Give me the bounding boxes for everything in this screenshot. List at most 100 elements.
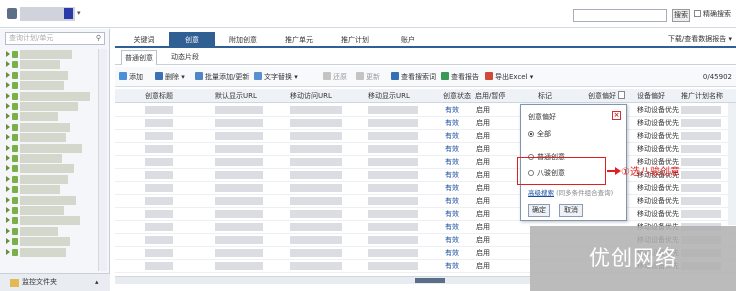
redacted-cell [368, 171, 418, 179]
col-title[interactable]: 创意标题 [145, 89, 173, 103]
precise-search-label: 精确搜索 [703, 10, 731, 18]
table-row[interactable]: 有效 启用 移动设备优先 [115, 208, 736, 221]
chevron-right-icon[interactable] [6, 196, 10, 203]
precise-search-checkbox[interactable]: 精确搜索 [694, 9, 731, 19]
tab-keywords[interactable]: 关键词 [119, 32, 169, 48]
chevron-right-icon[interactable] [6, 134, 10, 141]
chevron-right-icon[interactable] [6, 103, 10, 109]
tab-campaigns[interactable]: 推广计划 [327, 32, 383, 48]
ok-button[interactable]: 确定 [528, 204, 550, 217]
radio-icon[interactable] [528, 131, 534, 137]
table-row[interactable]: 有效 启用 移动设备优先 [115, 182, 736, 195]
chevron-right-icon[interactable] [6, 123, 10, 130]
col-mark[interactable]: 标记 [538, 89, 552, 103]
redacted-cell [145, 171, 173, 179]
col-enabled[interactable]: 启用/暂停 [475, 89, 505, 103]
redacted-cell [215, 197, 263, 205]
table-row[interactable]: 有效 启用 移动设备优先 [115, 130, 736, 143]
view-search-terms-button[interactable]: 查看搜索词 [391, 71, 436, 83]
redacted-cell [681, 145, 721, 153]
add-button[interactable]: 添加 [119, 71, 143, 83]
sidebar-search-input[interactable]: 查询计划/单元 ⚲ [5, 32, 105, 45]
tab-account[interactable]: 账户 [383, 32, 433, 48]
cancel-button[interactable]: 取消 [559, 204, 583, 217]
redacted-cell [681, 158, 721, 166]
replace-label: 文字替换 [264, 73, 292, 81]
table-scrollbar[interactable] [728, 103, 736, 225]
scroll-thumb[interactable] [415, 278, 445, 283]
tab-extensions[interactable]: 附加创意 [215, 32, 271, 48]
folder-icon [12, 248, 18, 256]
tab-ad-groups[interactable]: 推广单元 [271, 32, 327, 48]
batch-add-button[interactable]: 批量添加/更新 [195, 71, 249, 83]
search-input[interactable] [573, 9, 667, 22]
col-creative-preference[interactable]: 创意偏好 [588, 89, 625, 103]
chevron-right-icon[interactable] [6, 207, 10, 213]
chevron-right-icon[interactable] [6, 61, 10, 68]
chevron-right-icon[interactable] [6, 227, 10, 234]
col-mobile-access-url[interactable]: 移动访问URL [290, 89, 332, 103]
redacted-cell [215, 223, 263, 231]
chevron-right-icon[interactable] [6, 175, 10, 182]
chevron-right-icon[interactable] [6, 51, 10, 57]
redacted-cell [145, 119, 173, 127]
chevron-up-icon[interactable]: ▴ [95, 274, 99, 291]
chevron-right-icon[interactable] [6, 113, 10, 120]
enabled-cell: 启用 [476, 197, 490, 205]
enabled-cell: 启用 [476, 171, 490, 179]
table-row[interactable]: 有效 启用 移动设备优先 [115, 117, 736, 130]
checkbox-icon[interactable] [694, 10, 701, 17]
status-cell: 有效 [445, 106, 459, 114]
horizontal-scrollbar[interactable] [115, 276, 530, 284]
filter-icon[interactable] [618, 91, 625, 99]
tab-dynamic-snippet[interactable]: 动态片段 [167, 50, 203, 65]
restore-button[interactable]: 还原 [323, 71, 347, 83]
chevron-right-icon[interactable] [6, 238, 10, 245]
annotation-text: ①选八骏创意 [621, 167, 680, 178]
chevron-right-icon[interactable] [6, 186, 10, 193]
tree-item-label-redacted [20, 91, 90, 101]
update-button[interactable]: 更新 [356, 71, 380, 83]
chevron-right-icon[interactable] [6, 155, 10, 161]
restore-label: 还原 [333, 73, 347, 81]
col-campaign-name[interactable]: 推广计划名称 [681, 89, 723, 103]
chevron-right-icon[interactable] [6, 71, 10, 78]
chevron-right-icon[interactable] [6, 82, 10, 89]
redacted-cell [681, 210, 721, 218]
chevron-right-icon[interactable] [6, 165, 10, 172]
col-mobile-display-url[interactable]: 移动显示URL [368, 89, 410, 103]
redacted-cell [368, 184, 418, 192]
export-excel-button[interactable]: 导出Excel ▾ [485, 71, 533, 83]
chevron-right-icon[interactable] [6, 248, 10, 255]
close-icon[interactable]: × [612, 111, 621, 120]
col-default-url[interactable]: 默认显示URL [215, 89, 257, 103]
delete-button[interactable]: 删除 ▾ [155, 71, 185, 83]
table-row[interactable]: 有效 启用 移动设备优先 [115, 195, 736, 208]
popup-title: 创意偏好 [528, 113, 556, 121]
sidebar-scrollbar[interactable] [98, 49, 107, 271]
download-report-link[interactable]: 下载/查看数据报告 ▾ [668, 32, 732, 46]
col-status[interactable]: 创意状态 [443, 89, 471, 103]
chevron-right-icon[interactable] [6, 92, 10, 99]
search-button[interactable]: 搜索 [672, 9, 690, 22]
text-replace-button[interactable]: 文字替换 ▾ [254, 71, 298, 83]
col-device-preference[interactable]: 设备偏好 [637, 89, 665, 103]
redacted-cell [368, 262, 418, 270]
tab-creatives[interactable]: 创意 [169, 32, 215, 48]
search-icon[interactable]: ⚲ [96, 33, 101, 44]
table-row[interactable]: 有效 启用 移动设备优先 [115, 143, 736, 156]
sidebar-footer[interactable]: 监控文件夹 ▴ [0, 273, 110, 291]
redacted-cell [368, 106, 418, 114]
tab-normal-creative[interactable]: 普通创意 [121, 50, 157, 65]
chevron-right-icon[interactable] [6, 217, 10, 224]
redacted-cell [290, 119, 342, 127]
tree-item-label-redacted [20, 174, 68, 184]
tree-item-label-redacted [20, 226, 58, 236]
option-all[interactable]: 全部 [528, 130, 551, 139]
table-row[interactable]: 有效 启用 移动设备优先 [115, 104, 736, 117]
advanced-search-link[interactable]: 高级搜索 [528, 189, 554, 197]
chevron-down-icon[interactable]: ▾ [77, 9, 81, 17]
view-report-button[interactable]: 查看报告 [441, 71, 479, 83]
user-icon[interactable] [7, 8, 17, 19]
chevron-right-icon[interactable] [6, 144, 10, 151]
